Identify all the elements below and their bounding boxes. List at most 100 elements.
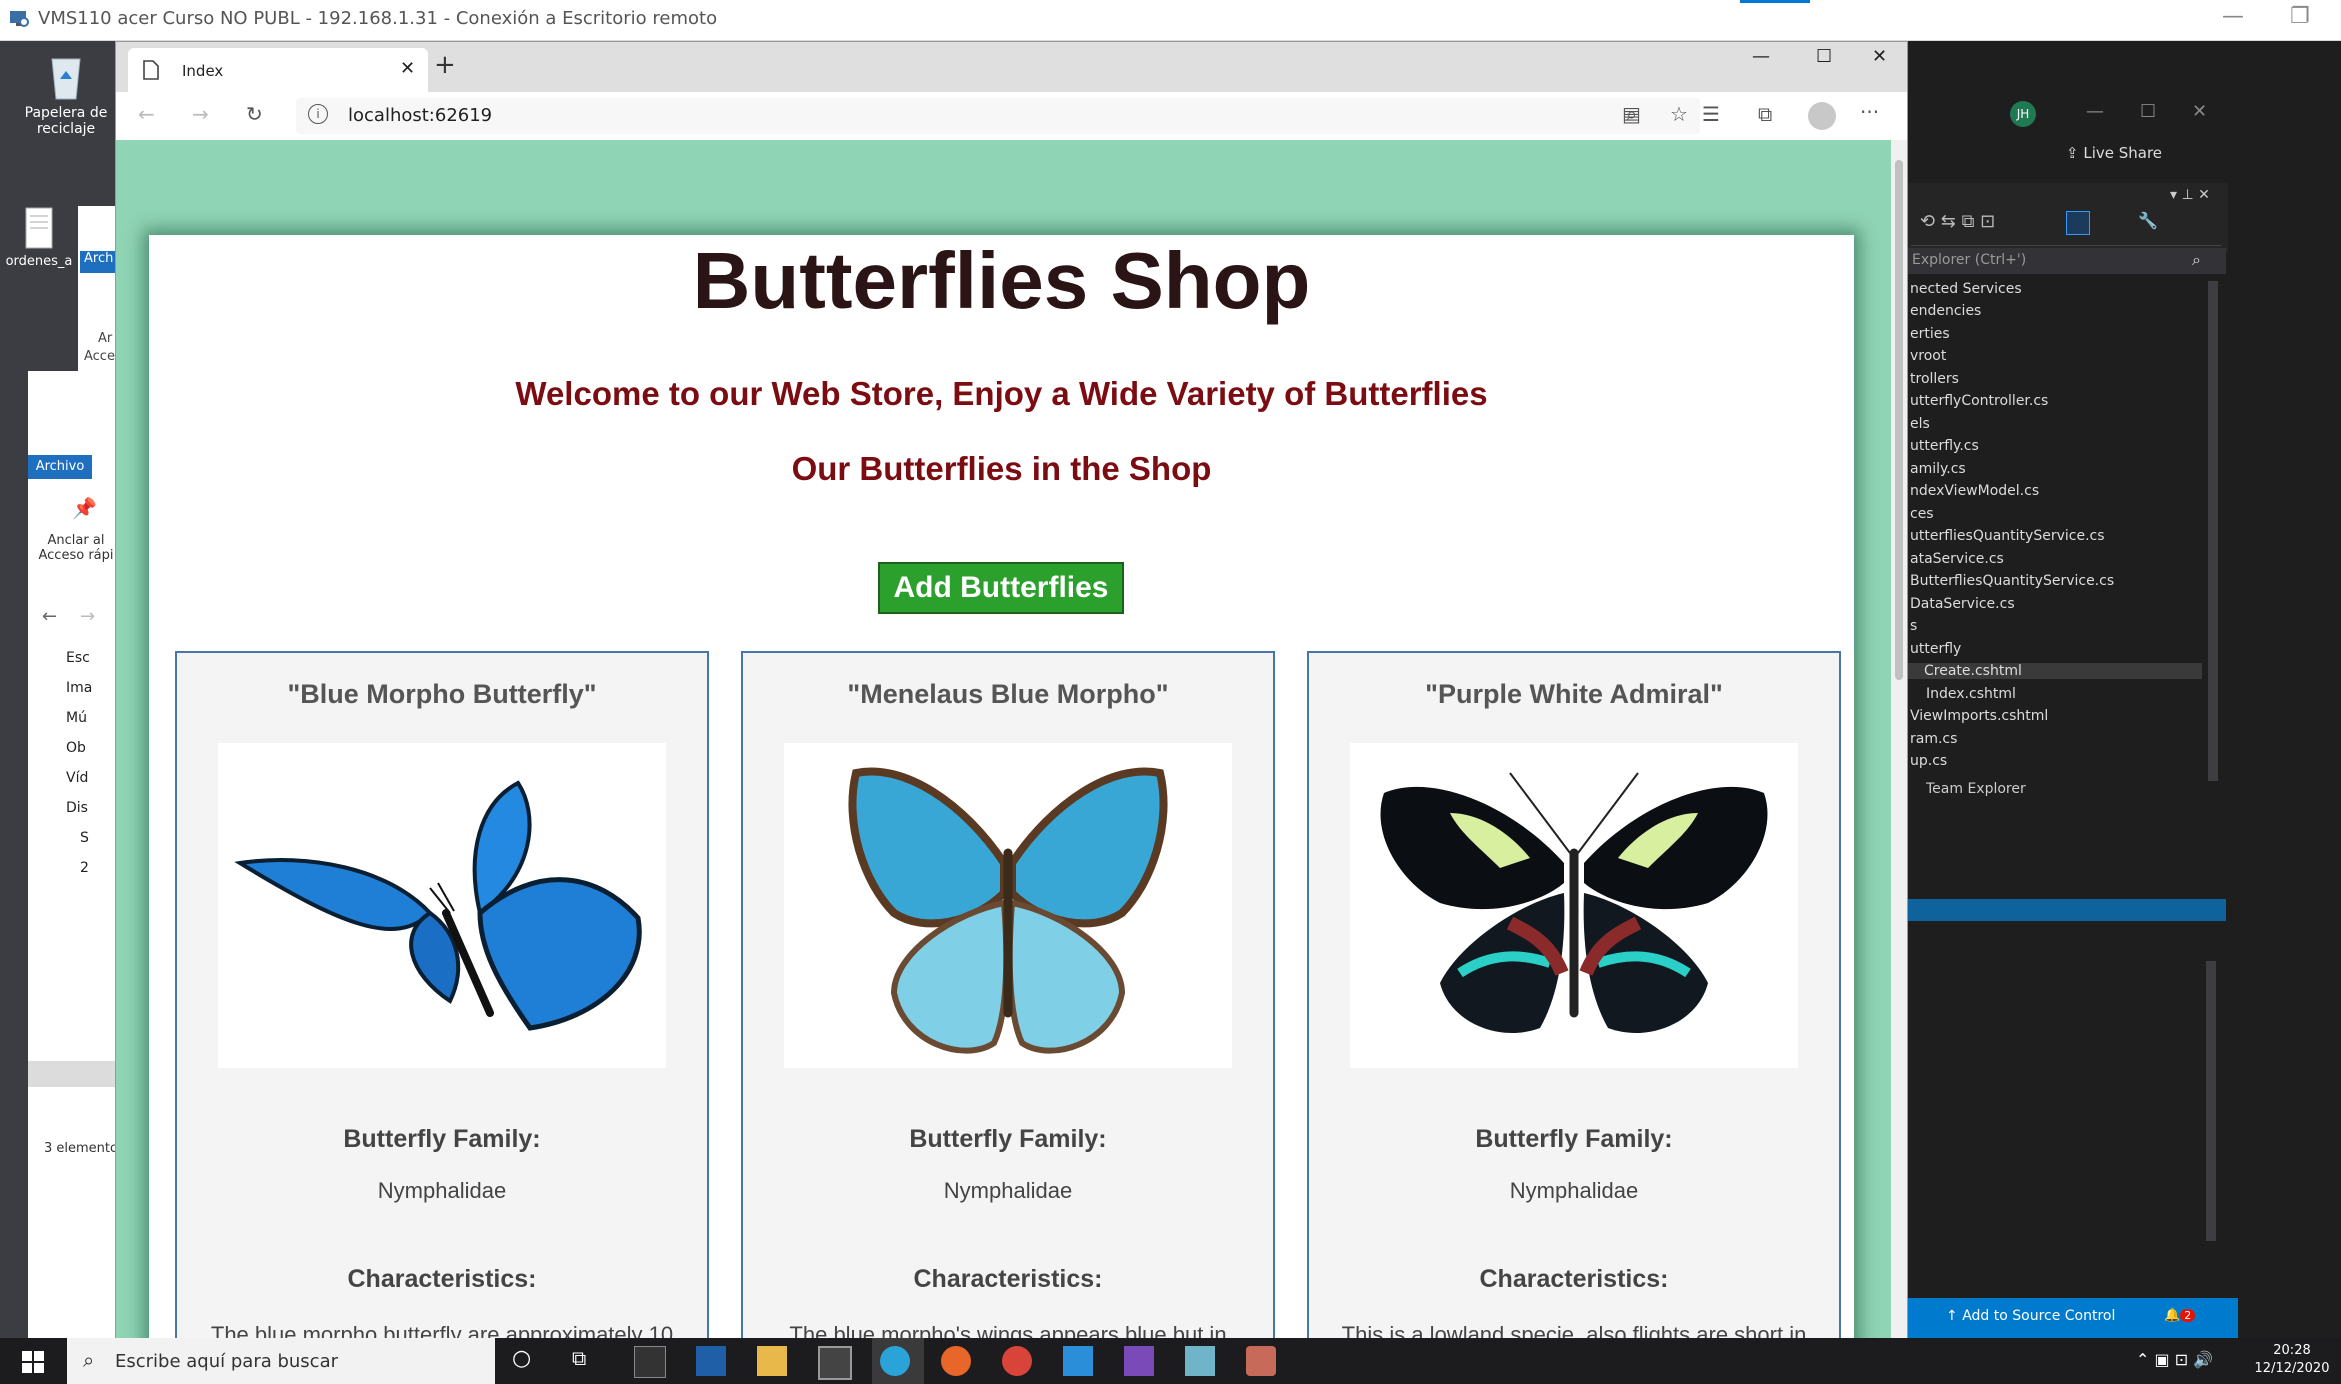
tree-item[interactable]: erties	[1910, 326, 1950, 342]
user-avatar[interactable]: JH	[2010, 101, 2036, 127]
favorites-icon[interactable]: ☰	[1702, 102, 1720, 126]
terminal-icon[interactable]	[634, 1346, 666, 1378]
tree-item[interactable]: s	[1910, 618, 1917, 634]
pane-pin-icon[interactable]: ▾ ⊥ ✕	[2170, 187, 2210, 203]
explorer-back-icon[interactable]: ←	[42, 606, 57, 627]
explorer-ribbon-tab[interactable]: Archivo	[28, 455, 92, 479]
back-icon[interactable]: ←	[138, 102, 155, 126]
tree-item[interactable]: nected Services	[1910, 281, 2022, 297]
explorer-forward-icon[interactable]: →	[80, 606, 95, 627]
file-explorer-icon[interactable]	[757, 1346, 787, 1376]
tree-item[interactable]: amily.cs	[1910, 461, 1966, 477]
vs-maximize-icon[interactable]: ☐	[2140, 101, 2156, 122]
active-pane-header[interactable]	[1908, 899, 2226, 921]
vs-minimize-icon[interactable]: —	[2086, 101, 2104, 122]
rdp-minimize-button[interactable]: —	[2222, 4, 2244, 29]
tree-item[interactable]: DataService.cs	[1910, 596, 2015, 612]
site-info-icon[interactable]: i	[308, 104, 328, 124]
characteristics-label: Characteristics:	[347, 1265, 537, 1293]
tree-item[interactable]: endencies	[1910, 303, 1981, 319]
explorer-selected-row[interactable]	[28, 1061, 118, 1087]
tree-item[interactable]: Index.cshtml	[1910, 686, 2016, 702]
notifications-bell[interactable]: 🔔 2	[2164, 1308, 2196, 1323]
tree-item[interactable]: ataService.cs	[1910, 551, 2004, 567]
refresh-icon[interactable]: ↻	[246, 102, 263, 126]
more-menu-icon[interactable]: ···	[1860, 100, 1879, 124]
tree-item[interactable]: up.cs	[1910, 753, 1947, 769]
explorer-nav-item[interactable]: Dis	[66, 793, 118, 823]
rdp-restore-button[interactable]: ❐	[2290, 4, 2310, 29]
store-icon[interactable]	[818, 1346, 852, 1380]
powershell-icon[interactable]	[696, 1346, 726, 1376]
tree-item[interactable]: vroot	[1910, 348, 1946, 364]
address-bar[interactable]: i localhost:62619 ⌕ ☆	[296, 98, 1700, 134]
recycle-bin-shortcut[interactable]: Papelera de reciclaje	[18, 51, 114, 137]
firefox-icon[interactable]	[941, 1346, 971, 1376]
tree-item[interactable]: els	[1910, 416, 1930, 432]
tree-item[interactable]: ndexViewModel.cs	[1910, 483, 2039, 499]
live-share-button[interactable]: ⇪ Live Share	[2066, 144, 2162, 162]
windows-start-icon[interactable]	[22, 1351, 44, 1373]
wrench-icon[interactable]: 🔧	[2138, 211, 2158, 230]
forward-icon[interactable]: →	[192, 102, 209, 126]
cortana-icon[interactable]: ○	[512, 1346, 542, 1376]
system-tray-icons[interactable]: ⌃ ▣ ⊡ 🔊	[2136, 1350, 2213, 1369]
explorer-nav-item[interactable]: S	[66, 823, 118, 853]
tree-item[interactable]: ViewImports.cshtml	[1910, 708, 2048, 724]
bg-window-label-2: Acce	[84, 349, 115, 364]
explorer-nav-item[interactable]: Ima	[66, 673, 118, 703]
tree-item[interactable]: ButterfliesQuantityService.cs	[1910, 573, 2114, 589]
explorer-nav-item[interactable]: Víd	[66, 763, 118, 793]
notes-app-icon[interactable]	[1185, 1346, 1215, 1376]
edge-icon[interactable]	[880, 1346, 910, 1376]
paint-app-icon[interactable]	[1246, 1346, 1276, 1376]
add-butterflies-button[interactable]: Add Butterflies	[878, 562, 1124, 614]
desktop-file[interactable]: ordenes_a	[4, 206, 74, 269]
rdp-title-bar: VMS110 acer Curso NO PUBL - 192.168.1.31…	[0, 0, 2341, 41]
tree-item[interactable]: utterfly	[1910, 641, 1961, 657]
output-scrollbar[interactable]	[2206, 961, 2216, 1241]
search-icon[interactable]: ⌕	[2192, 250, 2201, 270]
explorer-nav-item[interactable]: 2	[66, 853, 118, 883]
bg-window-ribbon-tab[interactable]: Arch	[80, 251, 118, 273]
task-view-icon[interactable]: ⧉	[572, 1346, 602, 1376]
characteristics-text: The blue morpho butterfly are approximat…	[210, 1322, 674, 1339]
new-tab-button[interactable]: +	[434, 50, 456, 80]
sync-icon[interactable]	[2066, 211, 2090, 235]
explorer-nav-item[interactable]: Ob	[66, 733, 118, 763]
tree-item[interactable]: utterfliesQuantityService.cs	[1910, 528, 2105, 544]
tree-item-selected[interactable]: Create.cshtml	[1908, 663, 2202, 679]
collections-icon[interactable]: ⧉	[1758, 102, 1772, 126]
tree-item[interactable]: ces	[1910, 506, 1934, 522]
window-close-button[interactable]: ✕	[1872, 46, 1887, 67]
add-source-control-button[interactable]: ↑ Add to Source Control	[1946, 1308, 2115, 1324]
vs-close-icon[interactable]: ✕	[2192, 101, 2207, 122]
extension-icon[interactable]: ▤	[1622, 102, 1641, 126]
tree-scrollbar[interactable]	[2208, 281, 2218, 781]
chrome-icon[interactable]	[1002, 1346, 1032, 1376]
taskbar-search-box[interactable]: ⌕ Escribe aquí para buscar	[67, 1338, 495, 1384]
explorer-nav-item[interactable]: Esc	[66, 643, 118, 673]
toolbar-icons[interactable]: ⟲ ⇆ ⧉ ⊡	[1920, 211, 1995, 232]
tree-item[interactable]: ram.cs	[1910, 731, 1957, 747]
page-scrollbar-thumb[interactable]	[1895, 160, 1903, 680]
window-maximize-button[interactable]: ☐	[1816, 46, 1832, 67]
tree-item[interactable]: utterflyController.cs	[1910, 393, 2048, 409]
solution-search-box[interactable]: Explorer (Ctrl+') ⌕	[1908, 248, 2226, 274]
notification-count: 2	[2180, 1309, 2196, 1322]
page-viewport: Butterflies Shop Welcome to our Web Stor…	[116, 140, 1891, 1339]
taskbar-clock[interactable]: 20:28 12/12/2020	[2250, 1342, 2334, 1378]
visual-studio-icon[interactable]	[1124, 1346, 1154, 1376]
vscode-icon[interactable]	[1063, 1346, 1093, 1376]
pin-icon[interactable]: 📌	[72, 496, 97, 520]
tree-item[interactable]: trollers	[1910, 371, 1959, 387]
favorite-star-icon[interactable]: ☆	[1670, 102, 1688, 126]
url-text[interactable]: localhost:62619	[348, 105, 492, 126]
profile-icon[interactable]	[1808, 102, 1836, 130]
browser-tab[interactable]: Index ✕	[128, 48, 428, 92]
tree-item[interactable]: utterfly.cs	[1910, 438, 1979, 454]
window-minimize-button[interactable]: —	[1752, 46, 1770, 67]
close-tab-icon[interactable]: ✕	[400, 58, 415, 79]
team-explorer-tab[interactable]: Team Explorer	[1926, 781, 2026, 797]
explorer-nav-item[interactable]: Mú	[66, 703, 118, 733]
